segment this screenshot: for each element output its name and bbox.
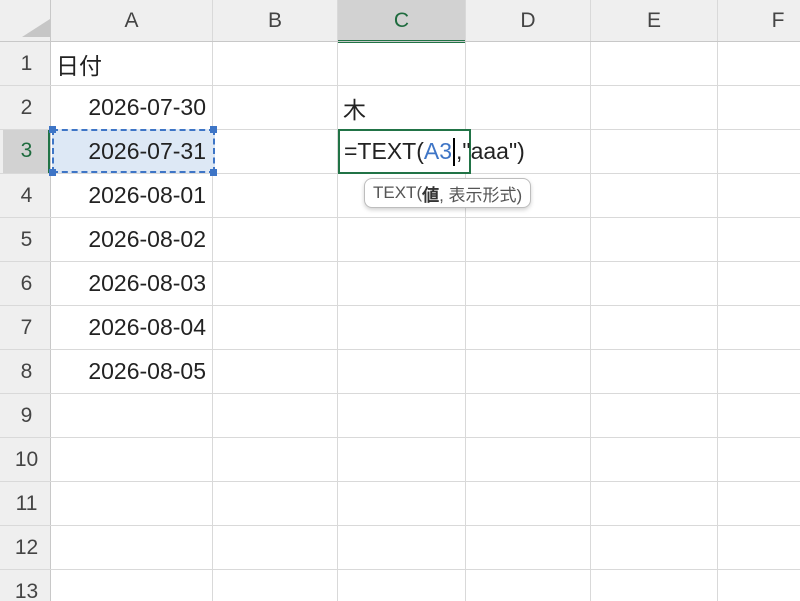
gridline (590, 0, 591, 601)
row-header-5[interactable]: 5 (3, 218, 50, 261)
spreadsheet-grid[interactable]: A B C D E F 1 2 3 4 5 6 7 8 9 10 11 12 1… (0, 0, 800, 601)
tooltip-remaining-arguments[interactable]: , 表示形式) (439, 181, 522, 206)
row-header-6[interactable]: 6 (3, 262, 50, 305)
tooltip-current-argument[interactable]: 値 (422, 181, 439, 206)
gridline (0, 437, 800, 438)
cell-a1[interactable]: 日付 (51, 42, 212, 85)
gridline (212, 0, 213, 601)
row-header-11[interactable]: 11 (3, 482, 50, 525)
gridline (0, 481, 800, 482)
cell-a6[interactable]: 2026-08-03 (51, 262, 212, 305)
cell-c2[interactable]: 木 (338, 86, 465, 129)
formula-suffix: ,"aaa") (456, 138, 525, 164)
formula-reference: A3 (423, 138, 453, 164)
gridline (0, 393, 800, 394)
column-header-b[interactable]: B (213, 0, 337, 41)
formula-in-cell[interactable]: =TEXT( A3 ,"aaa") (344, 130, 525, 173)
column-header-f[interactable]: F (718, 0, 800, 41)
cell-a3[interactable]: 2026-07-31 (51, 130, 212, 173)
cell-a4[interactable]: 2026-08-01 (51, 174, 212, 217)
row-header-1[interactable]: 1 (3, 42, 50, 85)
column-header-a[interactable]: A (51, 0, 212, 41)
function-argument-tooltip[interactable]: TEXT( 値 , 表示形式) (364, 178, 532, 208)
row-header-8[interactable]: 8 (3, 350, 50, 393)
cell-a8[interactable]: 2026-08-05 (51, 350, 212, 393)
gridline (717, 0, 718, 601)
row-header-2[interactable]: 2 (3, 86, 50, 129)
row-header-4[interactable]: 4 (3, 174, 50, 217)
cell-a2[interactable]: 2026-07-30 (51, 86, 212, 129)
cell-a7[interactable]: 2026-08-04 (51, 306, 212, 349)
column-header-d[interactable]: D (466, 0, 590, 41)
row-header-13[interactable]: 13 (3, 570, 50, 601)
row-header-12[interactable]: 12 (3, 526, 50, 569)
row-header-10[interactable]: 10 (3, 438, 50, 481)
formula-prefix: =TEXT( (344, 138, 424, 164)
gridline (0, 525, 800, 526)
gridline (0, 569, 800, 570)
row-header-7[interactable]: 7 (3, 306, 50, 349)
cell-a5[interactable]: 2026-08-02 (51, 218, 212, 261)
gridline (465, 0, 466, 601)
column-header-e[interactable]: E (591, 0, 717, 41)
column-header-c[interactable]: C (338, 0, 465, 41)
row-header-9[interactable]: 9 (3, 394, 50, 437)
row-header-3[interactable]: 3 (3, 129, 50, 173)
text-caret (453, 137, 456, 166)
select-all-corner[interactable] (22, 19, 50, 37)
tooltip-function[interactable]: TEXT( (373, 183, 422, 203)
